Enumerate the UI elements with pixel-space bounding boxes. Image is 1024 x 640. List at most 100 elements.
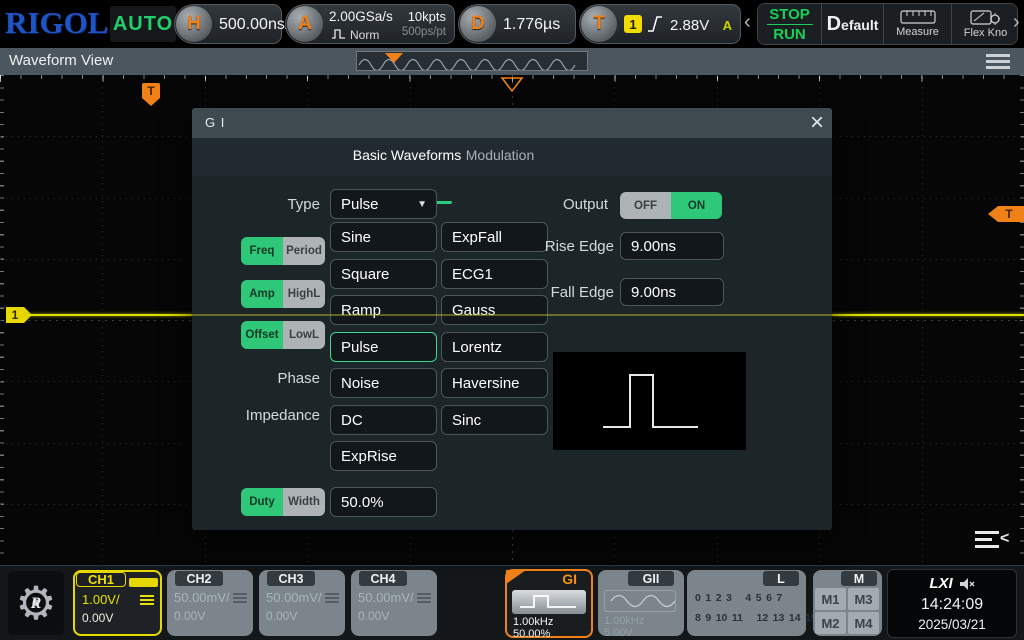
math-card[interactable]: M M1 M3 M2 M4 [813, 570, 882, 636]
waveform-option-noise[interactable]: Noise [330, 368, 437, 398]
generator1-tab: GI [562, 571, 577, 587]
rise-edge-label: Rise Edge [532, 238, 614, 255]
fall-edge-field[interactable]: 9.00ns [620, 278, 724, 306]
gear-r-monogram: R [31, 595, 42, 613]
waveform-option-pulse[interactable]: Pulse [330, 332, 437, 362]
flex-knob-button[interactable]: Flex Kno [952, 4, 1018, 44]
channel4-card[interactable]: CH4 50.00mV/ 0.00V [351, 570, 437, 636]
generator2-level: 5.00V [604, 627, 633, 639]
trigger-level-marker[interactable]: T [988, 205, 1024, 223]
type-dropdown[interactable]: Pulse ▼ [330, 189, 437, 219]
output-off-button[interactable]: OFF [620, 192, 671, 219]
math2-button[interactable]: M2 [815, 612, 846, 634]
channel2-card[interactable]: CH2 50.00mV/ 0.00V [167, 570, 253, 636]
waveform-option-lorentz[interactable]: Lorentz [441, 332, 548, 362]
duty-button[interactable]: Duty [241, 488, 283, 516]
generator1-card[interactable]: GI 1.00kHz 50.00% [505, 569, 593, 638]
waveform-option-sine[interactable]: Sine [330, 222, 437, 252]
channel2-offset: 0.00V [174, 609, 205, 623]
trigger-mode-flag: A [723, 18, 732, 33]
waveform-option-sinc[interactable]: Sinc [441, 405, 548, 435]
trigger-knob[interactable]: T [581, 6, 617, 42]
trigger-position-marker[interactable] [500, 76, 524, 93]
generator1-level: 50.00% [513, 628, 550, 640]
lowl-button[interactable]: LowL [283, 321, 325, 349]
collapse-menu-icon[interactable]: < [975, 531, 1015, 553]
math3-button[interactable]: M3 [848, 588, 879, 610]
delay-knob[interactable]: D [460, 6, 496, 42]
channel4-coupling-icon [417, 593, 431, 603]
waveform-option-haversine[interactable]: Haversine [441, 368, 548, 398]
channel2-scale: 50.00mV/ [174, 590, 230, 605]
run-label: RUN [773, 26, 806, 43]
close-icon[interactable]: × [810, 108, 824, 138]
lxi-label: LXI [929, 575, 952, 592]
flex-knob-icon [970, 9, 1002, 25]
delay-segment[interactable]: D 1.776µs [458, 4, 576, 44]
acquire-knob[interactable]: A [287, 6, 323, 42]
amp-highl-toggle: Amp HighL [241, 280, 325, 308]
waveform-option-ramp[interactable]: Ramp [330, 295, 437, 325]
channel3-tab: CH3 [267, 571, 315, 586]
default-button[interactable]: Default [822, 4, 884, 44]
period-button[interactable]: Period [283, 237, 325, 265]
chevron-down-icon: ▼ [417, 199, 427, 210]
width-button[interactable]: Width [283, 488, 325, 516]
waveform-option-exprise[interactable]: ExpRise [330, 441, 437, 471]
freq-period-toggle: Freq Period [241, 237, 325, 265]
trigger-flag-marker[interactable]: T [141, 82, 161, 108]
speaker-muted-icon [959, 577, 975, 591]
highl-button[interactable]: HighL [283, 280, 325, 308]
measure-label: Measure [896, 26, 939, 38]
menu-icon[interactable] [986, 54, 1010, 70]
acq-mode: Norm [350, 28, 379, 42]
trigger-level-value: 2.88V [670, 17, 709, 34]
rigol-logo: RIGOL [5, 5, 108, 41]
nav-next-icon[interactable]: › [1013, 11, 1020, 34]
bottom-status-bar: ⚙ R CH1 1.00V/ 0.00V CH2 50.00mV/ 0.00V … [0, 565, 1024, 640]
rise-edge-field[interactable]: 9.00ns [620, 232, 724, 260]
nav-prev-icon[interactable]: ‹ [744, 11, 751, 34]
generator2-freq: 1.00kHz [604, 615, 644, 627]
horizontal-timebase-segment[interactable]: H 500.00ns/ [174, 4, 282, 44]
duty-width-toggle: Duty Width [241, 488, 325, 516]
math4-button[interactable]: M4 [848, 612, 879, 634]
dialog-header[interactable]: G I × [192, 108, 832, 138]
rigol-gear-logo[interactable]: ⚙ R [8, 571, 64, 635]
run-stop-button[interactable]: STOP RUN [758, 4, 822, 44]
channel1-card[interactable]: CH1 1.00V/ 0.00V [73, 570, 162, 636]
system-status-tile[interactable]: LXI 14:24:09 2025/03/21 [887, 569, 1017, 638]
horizontal-knob[interactable]: H [176, 6, 212, 42]
acquisition-segment[interactable]: A 2.00GSa/s Norm 10kpts 500ps/pt [285, 4, 455, 44]
channel1-coupling-icon [140, 595, 154, 605]
svg-text:T: T [1005, 207, 1013, 221]
measure-button[interactable]: Measure [884, 4, 952, 44]
math1-button[interactable]: M1 [815, 588, 846, 610]
logic-card[interactable]: L 01 23 45 67 89 1011 1213 1415 [687, 570, 806, 636]
generator2-card[interactable]: GII 1.00kHz 5.00V [598, 570, 684, 636]
fall-edge-label: Fall Edge [532, 284, 614, 301]
waveform-option-dc[interactable]: DC [330, 405, 437, 435]
freq-button[interactable]: Freq [241, 237, 283, 265]
system-time: 14:24:09 [888, 596, 1016, 614]
tab-modulation[interactable]: Modulation [452, 147, 548, 163]
svg-text:1: 1 [12, 308, 19, 322]
amp-button[interactable]: Amp [241, 280, 283, 308]
channel4-offset: 0.00V [358, 609, 389, 623]
waveform-preview [553, 352, 746, 450]
channel1-trace [26, 314, 192, 316]
trigger-mode-auto[interactable]: AUTO [110, 6, 176, 42]
trigger-segment[interactable]: T 1 2.88V A [579, 4, 741, 44]
acq-pulse-icon [331, 28, 347, 40]
duty-value-field[interactable]: 50.0% [330, 487, 437, 517]
output-on-button[interactable]: ON [671, 192, 722, 219]
offset-lowl-toggle: Offset LowL [241, 321, 325, 349]
channel3-card[interactable]: CH3 50.00mV/ 0.00V [259, 570, 345, 636]
run-stop-divider [767, 24, 813, 25]
waveform-overview-strip[interactable] [356, 51, 588, 71]
overview-position-marker [385, 53, 403, 63]
generator1-active-wedge [506, 570, 526, 584]
offset-button[interactable]: Offset [241, 321, 283, 349]
waveform-option-square[interactable]: Square [330, 259, 437, 289]
logic-row-1: 01 23 45 67 [695, 592, 800, 604]
